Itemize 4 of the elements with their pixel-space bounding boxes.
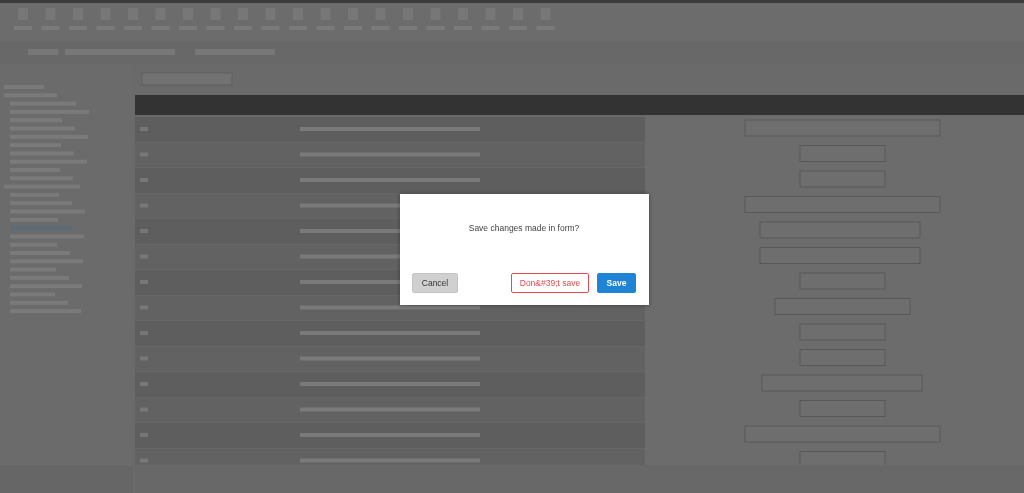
cancel-button[interactable]: Cancel bbox=[412, 273, 458, 293]
dont-save-button[interactable]: Don&#39;t save bbox=[511, 273, 589, 293]
dialog-message: Save changes made in form? bbox=[467, 223, 581, 235]
save-button[interactable]: Save bbox=[597, 273, 636, 293]
